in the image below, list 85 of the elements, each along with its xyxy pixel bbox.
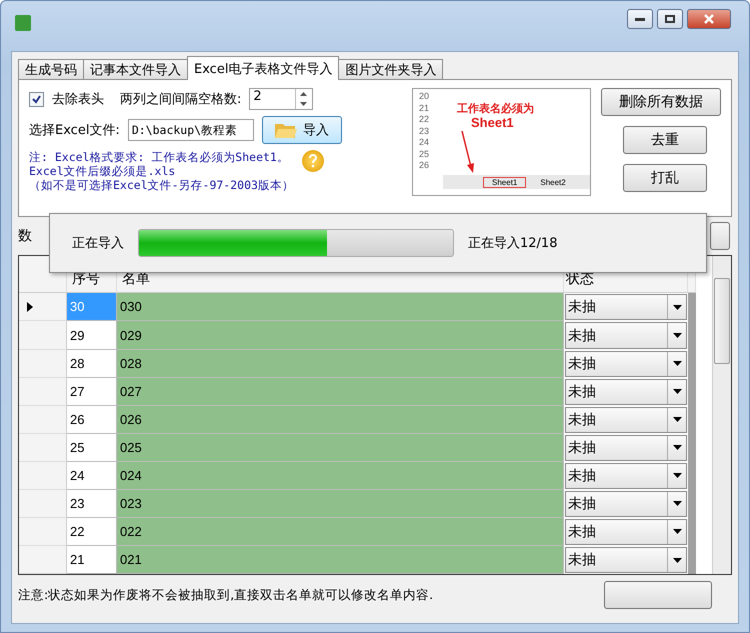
tab[interactable]: 图片文件夹导入 — [338, 59, 444, 80]
caret-icon — [672, 361, 682, 366]
status-dropdown[interactable]: 未抽 — [565, 350, 687, 377]
spacing-spinbox[interactable]: 2 — [249, 88, 314, 110]
table-cell: 028 — [117, 350, 564, 378]
button[interactable] — [710, 222, 730, 250]
progress-label: 正在导入 — [72, 235, 124, 252]
checkbox[interactable] — [29, 92, 44, 106]
folder-icon — [274, 122, 297, 138]
table-cell: 30 — [67, 293, 117, 322]
import-button[interactable]: 导入 — [262, 116, 342, 144]
row-header[interactable] — [19, 293, 67, 322]
table-cell: 21 — [67, 546, 117, 574]
app-icon — [15, 15, 31, 31]
table-cell: 021 — [117, 546, 564, 574]
row-number: 26 — [419, 160, 430, 172]
table-cell: 27 — [67, 378, 117, 406]
table-cell: 29 — [67, 321, 117, 350]
tab[interactable]: 记事本文件导入 — [83, 59, 188, 80]
sheet-name: Sheet2 — [539, 178, 567, 186]
status-dropdown[interactable]: 未抽 — [565, 434, 687, 461]
status-dropdown[interactable]: 未抽 — [565, 322, 687, 349]
status-dropdown[interactable]: 未抽 — [565, 462, 687, 489]
minimize-icon — [635, 17, 645, 21]
help-icon — [302, 150, 324, 172]
caret-icon — [672, 417, 682, 422]
check-icon — [32, 94, 41, 104]
action-button[interactable]: 删除所有数据 — [601, 88, 721, 116]
note-text: 注: Excel格式要求: 工作表名必须为Sheet1。 Excel文件后缀必须是.xls （如不是可选择Excel文件-另存-97-2003版本） — [29, 150, 294, 192]
row-number: 24 — [419, 137, 430, 148]
table-cell: 029 — [117, 321, 564, 350]
caret-icon — [672, 501, 682, 506]
action-button[interactable]: 去重 — [623, 126, 707, 154]
table-cell: 28 — [67, 350, 117, 378]
status-dropdown[interactable]: 未抽 — [565, 518, 687, 545]
caret-icon — [672, 389, 682, 394]
caret-icon — [672, 304, 682, 310]
maximize-icon — [665, 15, 675, 23]
tab[interactable]: Excel电子表格文件导入 — [187, 56, 340, 80]
close-icon — [704, 14, 714, 24]
minimize-button[interactable] — [627, 9, 653, 29]
row-number: 21 — [419, 102, 430, 114]
table-cell: 025 — [117, 434, 564, 462]
table-cell: 24 — [67, 462, 117, 490]
row-pointer-icon — [27, 302, 33, 312]
table-cell: 026 — [117, 406, 564, 434]
progress-reading: 正在导入12/18 — [468, 235, 558, 252]
action-button[interactable]: 打乱 — [623, 164, 707, 192]
status-dropdown[interactable]: 未抽 — [565, 378, 687, 405]
preview-caption: 工作表名必须为 — [457, 102, 534, 116]
table-cell: 23 — [67, 490, 117, 518]
preview-caption: Sheet1 — [471, 115, 514, 130]
caret-icon — [672, 529, 682, 534]
caret-icon — [672, 333, 682, 338]
table-cell: 024 — [117, 462, 564, 490]
table-cell: 25 — [67, 434, 117, 462]
caret-icon — [672, 558, 682, 562]
table-cell: 027 — [117, 378, 564, 406]
status-dropdown[interactable]: 未抽 — [565, 294, 687, 320]
caret-icon — [672, 473, 682, 478]
row-number: 25 — [419, 148, 430, 160]
row-number: 22 — [419, 114, 430, 126]
file-label: 选择Excel文件: — [29, 122, 120, 139]
sheet-name: Sheet1 — [483, 176, 526, 188]
row-number: 20 — [419, 91, 430, 102]
checkbox-label: 去除表头 — [52, 91, 104, 108]
close-button[interactable] — [687, 9, 731, 29]
scrollbar[interactable] — [712, 256, 731, 574]
row-number: 23 — [419, 126, 430, 137]
maximize-button[interactable] — [657, 9, 683, 29]
table-cell: 022 — [117, 518, 564, 546]
table-cell: 030 — [117, 293, 564, 322]
caret-icon — [672, 445, 682, 450]
table-cell: 26 — [67, 406, 117, 434]
status-dropdown[interactable]: 未抽 — [565, 406, 687, 433]
footer-note: 注意:状态如果为作废将不会被抽取到,直接双击名单就可以修改名单内容. — [18, 586, 434, 604]
data-label: 数 — [18, 227, 32, 245]
status-dropdown[interactable]: 未抽 — [565, 490, 687, 517]
spacing-label: 两列之间间隔空格数: — [120, 91, 242, 108]
tab[interactable]: 生成号码 — [18, 59, 84, 80]
table-cell: 023 — [117, 490, 564, 518]
status-dropdown[interactable]: 未抽 — [565, 546, 687, 574]
table-cell: 22 — [67, 518, 117, 546]
button[interactable] — [604, 581, 712, 609]
file-path-field[interactable]: D:\backup\教程素 — [128, 119, 254, 141]
